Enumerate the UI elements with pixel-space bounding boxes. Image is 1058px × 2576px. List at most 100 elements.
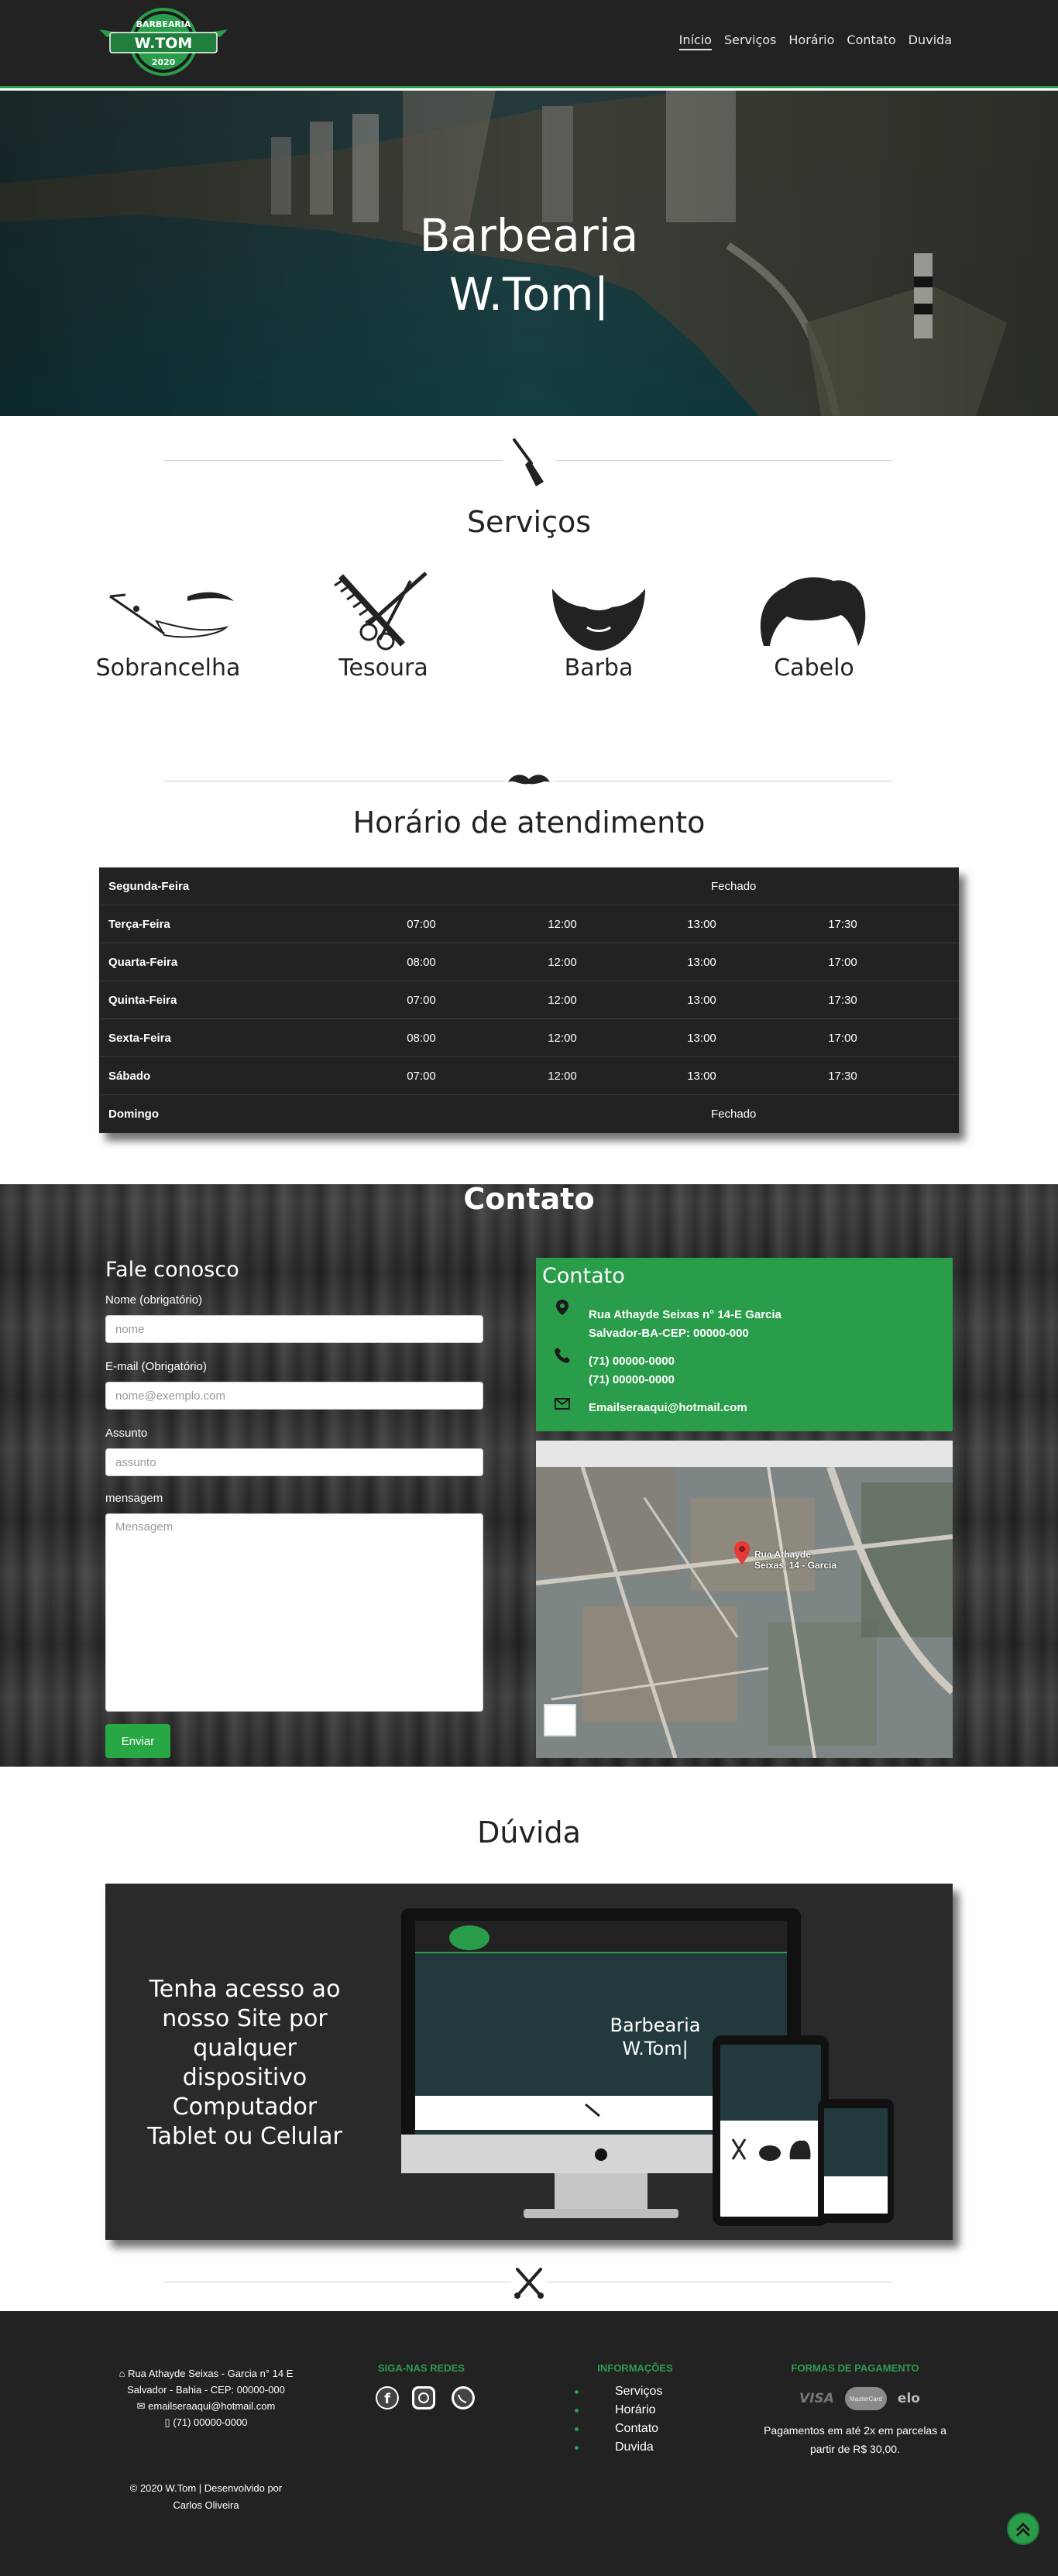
time-cell: 12:00 xyxy=(548,1070,577,1083)
time-cell: 13:00 xyxy=(687,956,716,969)
duvida-line: Computador xyxy=(172,2093,318,2121)
name-label: Nome (obrigatório) xyxy=(105,1293,203,1307)
day-cell: Sexta-Feira xyxy=(108,1032,171,1045)
closed-cell: Fechado xyxy=(711,880,757,893)
back-to-top-button[interactable] xyxy=(1007,2512,1039,2545)
subject-input[interactable] xyxy=(105,1448,483,1476)
table-row: Quarta-Feira 08:00 12:00 13:00 17:00 xyxy=(99,943,959,981)
service-label: Sobrancelha xyxy=(95,654,241,682)
contact-card-title: Contato xyxy=(542,1264,625,1288)
time-cell: 08:00 xyxy=(407,1032,436,1045)
time-cell: 17:00 xyxy=(828,956,857,969)
nav-link-horario[interactable]: Horário xyxy=(788,33,834,50)
address-line1: Rua Athayde Seixas n° 14-E Garcia xyxy=(589,1308,781,1321)
service-label: Barba xyxy=(564,654,634,682)
phone-secondary: (71) 00000-0000 xyxy=(589,1373,675,1386)
footer-addr-line1: Rua Athayde Seixas - Garcia n° 14 E xyxy=(128,2368,294,2379)
eyebrow-razor-icon xyxy=(109,592,234,638)
mobile-icon: ▯ xyxy=(164,2416,173,2428)
logo-top-text: BARBEARIA xyxy=(136,19,191,29)
nav-link-servicos[interactable]: Serviços xyxy=(724,33,776,50)
footer-link-horario[interactable]: Horário xyxy=(570,2401,662,2420)
duvida-line: qualquer xyxy=(193,2035,297,2062)
hero-title-line2: W.Tom| xyxy=(448,268,610,321)
navbar: BARBEARIA W.TOM 2020 Início Serviços Hor… xyxy=(0,0,1058,88)
day-cell: Terça-Feira xyxy=(108,918,170,931)
duvida-line: nosso Site por xyxy=(162,2005,328,2032)
mockup-title-line2: W.Tom| xyxy=(622,2038,689,2059)
location-map[interactable]: Rua Athayde Seixas, 14 - Garcia xyxy=(536,1441,953,1758)
map-marker-icon xyxy=(556,1300,569,1315)
barbearia-logo[interactable]: BARBEARIA W.TOM 2020 xyxy=(99,6,228,77)
contact-email: Emailseraaqui@hotmail.com xyxy=(589,1401,747,1414)
mustache-icon xyxy=(505,770,553,792)
svg-text:f: f xyxy=(384,2391,390,2407)
service-barba[interactable]: Barba xyxy=(510,581,688,682)
nav-link-contato[interactable]: Contato xyxy=(847,33,895,50)
hero-title-line1: Barbearia xyxy=(419,209,639,262)
whatsapp-icon[interactable] xyxy=(452,2386,475,2409)
copyright-line2: Carlos Oliveira xyxy=(173,2499,239,2511)
time-cell: 17:30 xyxy=(828,994,857,1007)
payment-title: FORMAS DE PAGAMENTO xyxy=(791,2362,919,2374)
message-textarea[interactable] xyxy=(105,1513,483,1712)
email-input[interactable] xyxy=(105,1382,483,1410)
email-label: E-mail (Obrigatório) xyxy=(105,1360,207,1373)
footer-email[interactable]: emailseraaqui@hotmail.com xyxy=(148,2400,275,2412)
service-cabelo[interactable]: Cabelo xyxy=(725,575,903,682)
hair-icon xyxy=(760,577,866,646)
hours-title: Horário de atendimento xyxy=(352,805,706,840)
footer-link-contato[interactable]: Contato xyxy=(570,2420,662,2438)
table-row: Domingo Fechado xyxy=(99,1095,959,1133)
mockup-title-line1: Barbearia xyxy=(610,2014,701,2036)
services-title: Serviços xyxy=(466,505,592,539)
facebook-icon[interactable]: f xyxy=(376,2386,399,2409)
time-cell: 07:00 xyxy=(407,994,436,1007)
mockup-hero-title: Barbearia W.Tom| xyxy=(570,2014,740,2060)
elo-icon: elo xyxy=(897,2391,920,2406)
time-cell: 12:00 xyxy=(548,1032,577,1045)
message-label: mensagem xyxy=(105,1492,163,1505)
footer-phone: (71) 00000-0000 xyxy=(173,2416,248,2428)
nav-link-inicio[interactable]: Início xyxy=(678,33,712,50)
time-cell: 07:00 xyxy=(407,1070,436,1083)
duvida-text: Tenha acesso ao nosso Site por qualquer … xyxy=(105,1975,384,2152)
time-cell: 12:00 xyxy=(548,994,577,1007)
hero-banner: Barbearia W.Tom| xyxy=(0,91,1058,416)
service-tesoura[interactable]: Tesoura xyxy=(294,570,472,682)
name-input[interactable] xyxy=(105,1315,483,1343)
closed-cell: Fechado xyxy=(711,1108,757,1121)
duvida-line: Tablet ou Celular xyxy=(147,2123,342,2150)
time-cell: 13:00 xyxy=(687,918,716,931)
instagram-icon[interactable] xyxy=(412,2386,435,2409)
time-cell: 13:00 xyxy=(687,994,716,1007)
copyright: © 2020 W.Tom | Desenvolvido por Carlos O… xyxy=(105,2480,307,2514)
footer-addr-line2: Salvador - Bahia - CEP: 00000-000 xyxy=(127,2384,285,2396)
envelope-icon xyxy=(555,1398,570,1410)
nav-link-duvida[interactable]: Duvida xyxy=(909,33,952,50)
send-button[interactable]: Enviar xyxy=(105,1724,170,1758)
map-layer-toggle[interactable] xyxy=(544,1704,576,1736)
footer-link-duvida[interactable]: Duvida xyxy=(570,2438,662,2457)
time-cell: 08:00 xyxy=(407,956,436,969)
map-header-bar xyxy=(536,1441,953,1467)
phone-primary: (71) 00000-0000 xyxy=(589,1355,675,1368)
footer-info-links: Serviços Horário Contato Duvida xyxy=(570,2382,662,2457)
table-row: Sexta-Feira 08:00 12:00 13:00 17:00 xyxy=(99,1019,959,1057)
home-icon: ⌂ xyxy=(119,2368,129,2379)
copyright-icon: © xyxy=(129,2482,140,2494)
social-icons: f xyxy=(376,2386,475,2409)
time-cell: 12:00 xyxy=(548,918,577,931)
service-sobrancelha[interactable]: Sobrancelha xyxy=(79,573,257,682)
table-row: Quinta-Feira 07:00 12:00 13:00 17:30 xyxy=(99,981,959,1019)
footer-link-servicos[interactable]: Serviços xyxy=(570,2382,662,2401)
duvida-title: Dúvida xyxy=(477,1815,581,1850)
chevron-up-icon xyxy=(1015,2522,1031,2537)
info-title: INFORMAÇÕES xyxy=(597,2362,673,2374)
table-row: Sábado 07:00 12:00 13:00 17:30 xyxy=(99,1057,959,1095)
day-cell: Domingo xyxy=(108,1108,159,1121)
service-label: Cabelo xyxy=(774,654,854,682)
time-cell: 13:00 xyxy=(687,1032,716,1045)
address-line2: Salvador-BA-CEP: 00000-000 xyxy=(589,1327,749,1340)
map-pin-icon[interactable] xyxy=(734,1541,750,1564)
